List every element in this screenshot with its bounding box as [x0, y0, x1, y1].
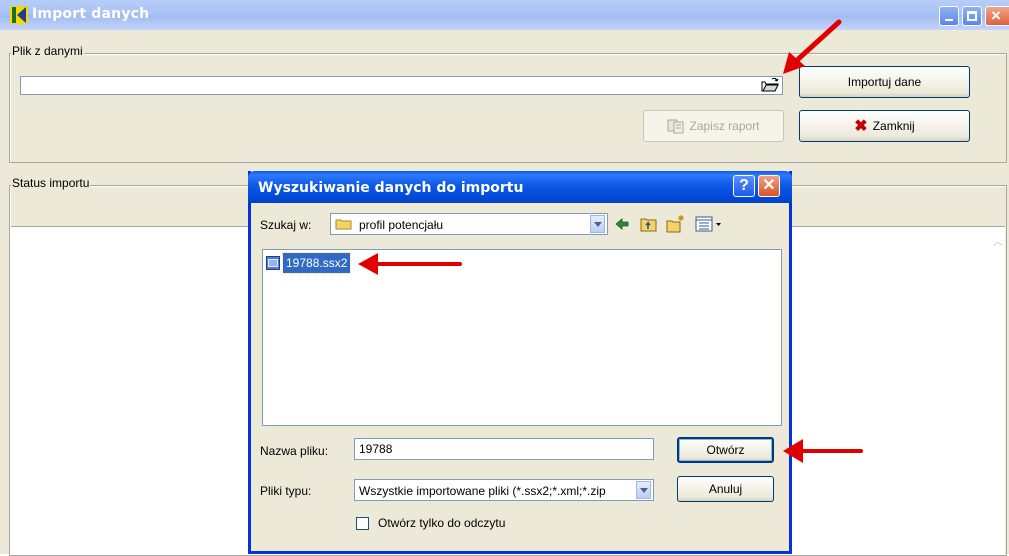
close-button-label: Zamknij [872, 119, 915, 133]
file-name-label: Nazwa pliku: [260, 444, 329, 458]
maximize-icon [967, 11, 977, 21]
save-report-button[interactable]: Zapisz raport [643, 110, 784, 142]
file-group-label: Plik z danymi [11, 44, 84, 58]
save-report-icon [667, 119, 684, 134]
import-data-label: Importuj dane [847, 75, 922, 89]
file-type-label: Pliki typu: [260, 484, 312, 498]
cancel-button-label: Anuluj [708, 482, 743, 496]
minimize-icon [945, 19, 953, 21]
file-name-input[interactable]: 19788 [354, 438, 654, 460]
main-window-title: Import danych [32, 6, 150, 22]
readonly-label: Otwórz tylko do odczytu [378, 516, 506, 530]
close-icon: × [991, 6, 1001, 25]
minimize-button[interactable] [939, 6, 959, 26]
file-icon [266, 256, 280, 270]
readonly-checkbox[interactable] [356, 517, 369, 530]
close-button[interactable]: ✖ Zamknij [799, 110, 970, 142]
status-group-label: Status importu [11, 176, 91, 190]
open-button[interactable]: Otwórz [677, 437, 774, 463]
file-type-value: Wszystkie importowane pliki (*.ssx2;*.xm… [359, 484, 606, 498]
look-in-dropdown-arrow[interactable] [590, 215, 605, 233]
look-in-value: profil potencjału [359, 218, 444, 232]
dialog-close-button[interactable]: ✕ [758, 175, 780, 197]
view-menu-icon[interactable] [695, 215, 723, 233]
dialog-title: Wyszukiwanie danych do importu [258, 180, 524, 196]
annotation-arrow-browse [783, 19, 842, 74]
maximize-button[interactable] [962, 6, 982, 26]
red-x-icon: ✖ [854, 118, 868, 135]
annotation-arrow-file [358, 253, 462, 275]
look-in-label: Szukaj w: [260, 218, 312, 232]
browse-file-button[interactable] [758, 77, 782, 94]
file-list[interactable] [262, 249, 782, 426]
main-title-bar[interactable] [0, 0, 1009, 30]
open-button-label: Otwórz [706, 443, 745, 457]
annotation-arrow-open [783, 439, 863, 463]
scroll-up-icon[interactable]: ︿ [993, 233, 1003, 248]
file-type-dropdown-arrow[interactable] [636, 481, 651, 499]
save-report-label: Zapisz raport [689, 119, 760, 133]
cancel-button[interactable]: Anuluj [677, 476, 774, 502]
close-icon: ✕ [762, 177, 776, 194]
app-logo-icon [10, 6, 28, 24]
new-folder-icon[interactable] [666, 214, 686, 233]
up-one-level-icon[interactable] [640, 215, 658, 233]
file-list-item[interactable]: 19788.ssx2 [281, 252, 352, 274]
open-folder-icon [761, 77, 779, 92]
file-path-input[interactable] [20, 76, 783, 95]
dialog-help-button[interactable]: ? [733, 175, 755, 197]
folder-icon [335, 219, 352, 230]
back-arrow-icon[interactable] [614, 216, 630, 232]
window-close-button[interactable]: × [985, 6, 1009, 26]
